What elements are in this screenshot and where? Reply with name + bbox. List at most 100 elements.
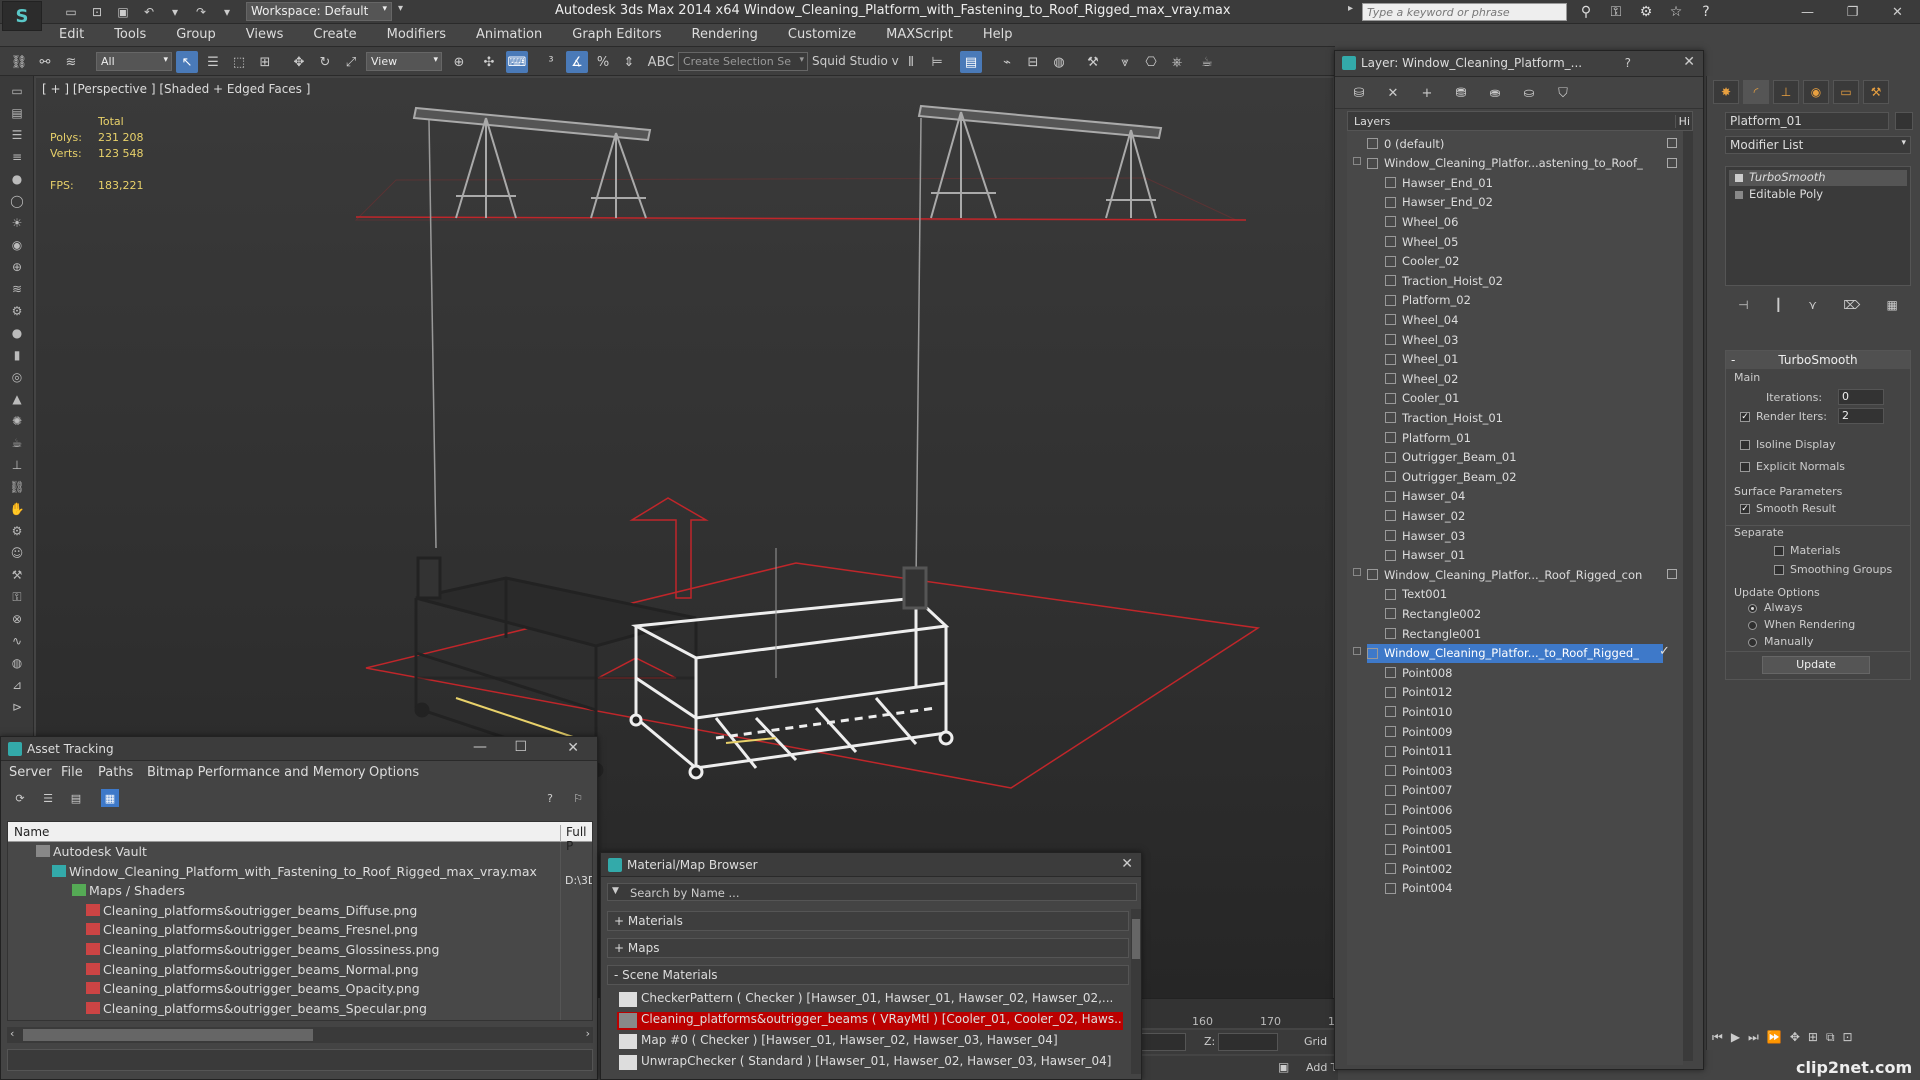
layer-object-row[interactable]: Point005 [1385,820,1663,839]
menu-graph-editors[interactable]: Graph Editors [557,24,676,46]
bone-icon[interactable]: ⊿ [7,676,27,694]
material-row[interactable]: Cleaning_platforms&outrigger_beams ( VRa… [617,1012,1123,1030]
curve-editor-icon[interactable]: ⌁ [996,51,1018,73]
layer-object-row[interactable]: Outrigger_Beam_02 [1385,467,1663,486]
tube-icon[interactable]: ⊗ [7,610,27,628]
update-button[interactable]: Update [1762,656,1870,674]
maximize-icon[interactable]: ☐ [514,739,527,755]
modifier-list-dropdown[interactable]: Modifier List ▾ [1725,136,1911,154]
field-of-view-icon[interactable]: ⧉ [1826,1030,1835,1054]
move-icon[interactable]: ✥ [288,51,310,73]
layer-row[interactable]: Window_Cleaning_Platfor...astening_to_Ro… [1367,154,1663,173]
next-frame-icon[interactable]: ⏭ [1748,1030,1759,1054]
asset-row[interactable]: Cleaning_platforms&outrigger_beams_Gloss… [86,942,439,960]
material-row[interactable]: CheckerPattern ( Checker ) [Hawser_01, H… [617,991,1123,1009]
layer-row[interactable]: 0 (default) [1367,134,1663,153]
play-icon[interactable]: ▶ [1731,1030,1740,1054]
layer-explorer-titlebar[interactable]: Layer: Window_Cleaning_Platform_... ? ✕ [1335,51,1703,77]
maximize-viewport-icon[interactable]: ⊡ [1843,1030,1853,1054]
ribbon-icon[interactable]: ≡ [7,148,27,166]
keyboard-shortcut-override-icon[interactable]: ⌨ [506,51,528,73]
layer-manager-icon[interactable]: ▤ [7,104,27,122]
layer-properties-icon[interactable]: ⛉ [1553,84,1573,102]
materials-checkbox[interactable] [1774,546,1784,556]
menu-group[interactable]: Group [161,24,231,46]
explicit-normals-checkbox[interactable] [1740,462,1750,472]
menu-rendering[interactable]: Rendering [677,24,773,46]
lock-icon[interactable]: ⚿ [7,588,27,606]
layer-object-row[interactable]: Hawser_End_02 [1385,193,1663,212]
material-group-header[interactable]: + Maps [607,938,1129,958]
show-end-result-icon[interactable]: ┃ [1775,298,1782,322]
select-object-icon[interactable]: ↖ [176,51,198,73]
cameras-icon[interactable]: ◉ [7,236,27,254]
options-dropdown-icon[interactable]: ▼ [612,886,619,896]
iterations-spinner[interactable]: 0 [1838,389,1884,405]
chain-icon[interactable]: ⛓ [7,478,27,496]
help-icon[interactable]: ? [541,789,559,807]
person-icon[interactable]: ☺ [7,544,27,562]
tag-icon[interactable]: ⊳ [7,698,27,716]
name-column-header[interactable]: Name [14,825,49,839]
layer-object-row[interactable]: Traction_Hoist_01 [1385,408,1663,427]
redo-icon[interactable]: ↷ [190,2,212,22]
scroll-right-icon[interactable]: › [586,1027,590,1040]
layer-object-row[interactable]: Hawser_04 [1385,487,1663,506]
search-expand-icon[interactable]: ▸ [1348,3,1353,14]
reference-coordinate-dropdown[interactable]: View ▾ [366,52,442,71]
modify-tab-icon[interactable]: ◜ [1743,80,1769,104]
material-editor-icon[interactable]: ◍ [1048,51,1070,73]
helpers-icon[interactable]: ⊕ [7,258,27,276]
table-view-icon[interactable]: ▦ [101,789,119,807]
y-coordinate-field[interactable] [1138,1033,1186,1051]
rect-selection-icon[interactable]: ⬚ [228,51,250,73]
select-by-name-icon[interactable]: ☰ [202,51,224,73]
render-production-icon[interactable]: ⎔ [1140,51,1162,73]
scroll-thumb[interactable] [23,1029,313,1041]
bind-spacewarp-icon[interactable]: ≋ [60,51,82,73]
subscription-icon[interactable]: ⚿ [1604,1,1628,23]
spacewarps-icon[interactable]: ≋ [7,280,27,298]
material-vertical-scrollbar[interactable] [1131,909,1141,1074]
layer-object-row[interactable]: Point008 [1385,663,1663,682]
viewport-layout-icon[interactable]: ▭ [7,82,27,100]
layer-object-row[interactable]: Hawser_End_01 [1385,173,1663,192]
menu-edit[interactable]: Edit [44,24,99,46]
always-radio[interactable] [1748,604,1757,613]
when-rendering-radio[interactable] [1748,621,1757,630]
select-manipulate-icon[interactable]: ✣ [478,51,500,73]
turbosmooth-rollout-header[interactable]: - TurboSmooth [1726,351,1910,369]
redo-dropdown-icon[interactable]: ▾ [216,2,238,22]
material-group-header[interactable]: - Scene Materials [607,965,1129,985]
help-icon[interactable]: ? [1625,56,1631,70]
torus-icon[interactable]: ◎ [7,368,27,386]
render-setup-icon[interactable]: ⚒ [1082,51,1104,73]
window-crossing-icon[interactable]: ⊞ [254,51,276,73]
scene-explorer-icon[interactable]: ☰ [7,126,27,144]
asset-row[interactable]: Cleaning_platforms&outrigger_beams_Opaci… [86,981,420,999]
configure-sets-icon[interactable]: ▦ [1887,298,1898,322]
named-selection-set-dropdown[interactable]: Create Selection Se ▾ [678,52,808,71]
collapse-toggle-icon[interactable] [1353,156,1361,165]
asset-horizontal-scrollbar[interactable]: ‹ › [7,1027,593,1043]
asset-row[interactable]: Maps / Shaders [72,883,185,901]
undo-icon[interactable]: ↶ [138,2,160,22]
layer-hide-toggle[interactable] [1667,138,1677,148]
pin-icon[interactable]: ⚐ [569,789,587,807]
spring-icon[interactable]: ∿ [7,632,27,650]
rotate-icon[interactable]: ↻ [314,51,336,73]
restore-icon[interactable]: ❐ [1830,0,1875,24]
material-row[interactable]: UnwrapChecker ( Standard ) [Hawser_01, H… [617,1054,1123,1072]
stack-item-turbosmooth[interactable]: TurboSmooth [1729,170,1907,186]
asset-tracking-titlebar[interactable]: Asset Tracking — ☐ ✕ [1,737,597,761]
spinner-snap-icon[interactable]: ⇕ [618,51,640,73]
layer-object-row[interactable]: Point011 [1385,742,1663,761]
create-tab-icon[interactable]: ✸ [1713,80,1739,104]
object-name-field[interactable]: Platform_01 [1725,112,1889,130]
hierarchy-tab-icon[interactable]: ⊥ [1773,80,1799,104]
pipe-icon[interactable]: ⊥ [7,456,27,474]
smoothing-groups-checkbox[interactable] [1774,565,1784,575]
scroll-left-icon[interactable]: ‹ [10,1027,14,1040]
refresh-icon[interactable]: ⟳ [11,789,29,807]
new-file-icon[interactable]: ▭ [60,2,82,22]
